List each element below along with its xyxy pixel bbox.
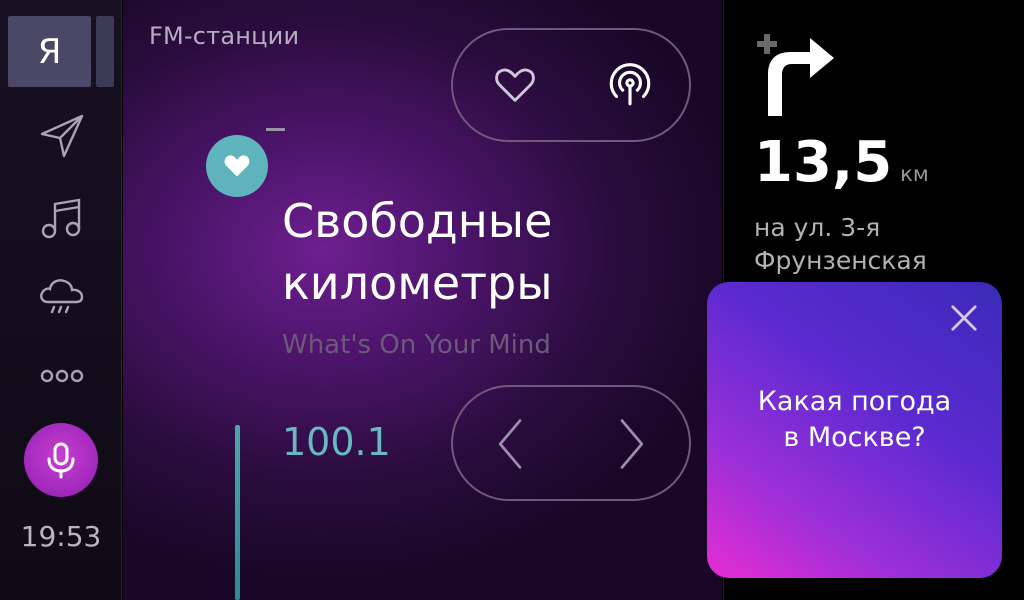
favorite-badge[interactable]: [206, 135, 268, 197]
station-switcher-pill: [451, 385, 691, 501]
assistant-query-line1: Какая погода: [757, 386, 952, 417]
heart-filled-icon: [224, 155, 250, 177]
sidebar: Я 19:53: [0, 0, 122, 600]
distance-unit: км: [900, 162, 929, 186]
assistant-query-line2: в Москве?: [783, 422, 926, 453]
chevron-left-icon[interactable]: [479, 412, 543, 476]
radio-panel: FM-станции Свободные километры What's On…: [123, 0, 722, 600]
distance: 13,5 км: [754, 130, 929, 195]
close-icon[interactable]: [944, 298, 984, 338]
assistant-query: Какая погода в Москве?: [707, 384, 1002, 456]
more-dots-icon[interactable]: [36, 350, 88, 402]
logo-side-tab: [96, 16, 114, 87]
broadcast-icon[interactable]: [598, 53, 662, 117]
track-title: What's On Your Mind: [282, 330, 551, 360]
chevron-right-icon[interactable]: [599, 412, 663, 476]
music-note-icon[interactable]: [36, 192, 88, 244]
station-name-line1: Свободные: [282, 194, 553, 248]
frequency: 100.1: [282, 420, 391, 464]
distance-value: 13,5: [754, 130, 893, 195]
station-name: Свободные километры: [282, 190, 553, 314]
navigator-arrow-icon[interactable]: [36, 110, 88, 162]
heart-outline-icon[interactable]: [483, 53, 547, 117]
section-title: FM-станции: [149, 22, 300, 50]
radio-actions-pill: [451, 28, 691, 142]
station-name-line2: километры: [282, 256, 553, 310]
remove-favorite-minus[interactable]: [266, 128, 285, 131]
voice-assistant-button[interactable]: [24, 423, 98, 497]
logo-letter: Я: [37, 31, 62, 72]
clock: 19:53: [20, 520, 102, 553]
street-line1: на ул. 3-я: [754, 213, 881, 242]
microphone-icon: [47, 442, 75, 479]
assistant-card: Какая погода в Москве?: [707, 282, 1002, 578]
street-name: на ул. 3-я Фрунзенская: [754, 211, 1014, 277]
frequency-indicator: [235, 425, 240, 600]
street-line2: Фрунзенская: [754, 246, 927, 275]
turn-right-icon: [754, 28, 844, 118]
yandex-logo-button[interactable]: Я: [8, 16, 91, 87]
weather-rain-icon[interactable]: [36, 270, 88, 322]
